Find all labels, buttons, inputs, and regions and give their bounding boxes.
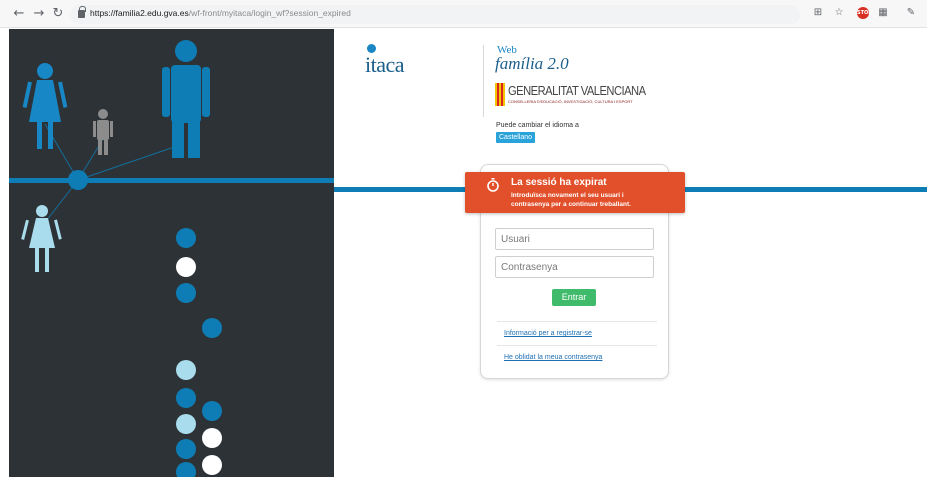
familia-title: família 2.0 [495, 54, 569, 73]
itaca-logo: itaca [365, 44, 415, 77]
password-input[interactable] [495, 256, 654, 278]
gva-subtitle: CONSELLERIA D'EDUCACIÓ, INVESTIGACIÓ, CU… [508, 99, 633, 104]
forgot-password-link[interactable]: He oblidat la meua contrasenya [504, 354, 602, 361]
decorative-panel [9, 29, 334, 477]
gva-flag-icon [495, 83, 505, 106]
register-info-link[interactable]: Informació per a registrar-se [504, 330, 592, 337]
girl-figure [21, 205, 62, 272]
hub-node [68, 170, 88, 190]
forward-icon[interactable]: → [32, 6, 46, 22]
address-bar[interactable]: https://familia2.edu.gva.es/wf-front/myi… [70, 5, 800, 24]
extension-icon[interactable]: ▦ [877, 7, 889, 19]
gva-logo: GENERALITAT VALENCIANA CONSELLERIA D'EDU… [495, 83, 646, 108]
dots-pattern [176, 228, 222, 477]
browser-toolbar: ← → ↻ https://familia2.edu.gva.es/wf-fro… [0, 0, 927, 28]
lock-icon [78, 6, 86, 18]
star-icon[interactable]: ☆ [833, 7, 845, 19]
man-figure [162, 40, 210, 158]
enter-button[interactable]: Entrar [552, 289, 596, 306]
alert-message: contrasenya per a continuar treballant. [511, 201, 631, 208]
reload-icon[interactable]: ↻ [51, 6, 65, 22]
stopwatch-icon [487, 178, 499, 192]
pen-icon[interactable]: ✎ [905, 7, 917, 19]
stop-icon[interactable]: STOP [857, 7, 872, 19]
divider [497, 345, 657, 346]
connection-lines [42, 123, 178, 226]
language-button[interactable]: Castellano [496, 132, 536, 143]
divider [497, 321, 657, 322]
alert-message: Introduïsca novament el seu usuari i [511, 192, 624, 199]
woman-figure [22, 63, 68, 149]
username-input[interactable] [495, 228, 654, 250]
gva-name: GENERALITAT VALENCIANA [508, 83, 646, 98]
url-text: https://familia2.edu.gva.es/wf-front/myi… [90, 8, 351, 18]
child-figure [93, 109, 113, 155]
logo-divider [483, 45, 484, 117]
back-icon[interactable]: ← [12, 6, 26, 22]
language-label: Puede cambiar el idioma a [496, 122, 579, 129]
translate-icon[interactable]: ⊞ [812, 7, 824, 19]
horizontal-line [9, 178, 334, 183]
itaca-logo-text: itaca [365, 52, 405, 77]
family-illustration [9, 40, 334, 477]
alert-title: La sessió ha expirat [511, 177, 607, 188]
